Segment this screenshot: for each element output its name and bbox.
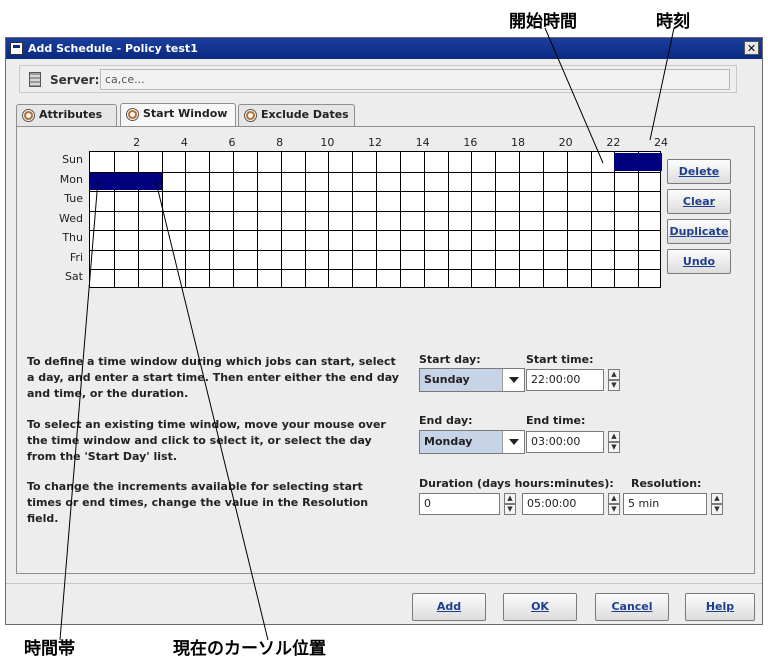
- clock-icon: [244, 109, 257, 122]
- delete-button[interactable]: Delete: [667, 159, 731, 184]
- spinner-up-icon[interactable]: ▲: [504, 493, 516, 504]
- spinner-down-icon[interactable]: ▼: [608, 442, 620, 453]
- tab-attributes[interactable]: Attributes: [16, 104, 117, 126]
- hour-label: 24: [654, 136, 668, 149]
- time-window-block[interactable]: [614, 153, 662, 171]
- hour-label: 22: [606, 136, 621, 149]
- hour-label: 6: [228, 136, 236, 149]
- clock-icon: [22, 109, 35, 122]
- add-button[interactable]: Add: [412, 593, 486, 621]
- duration-time-field[interactable]: 05:00:00: [522, 493, 604, 515]
- hour-label: 14: [415, 136, 430, 149]
- day-label: Sun: [62, 153, 83, 166]
- end-day-select[interactable]: Monday: [419, 430, 525, 454]
- start-time-field[interactable]: 22:00:00: [526, 369, 604, 391]
- chevron-down-icon[interactable]: [502, 369, 524, 391]
- callout-time-window: 時間帯: [24, 639, 75, 659]
- duration-days-spinner[interactable]: ▲ ▼: [504, 493, 516, 515]
- tab-label: Exclude Dates: [261, 108, 349, 121]
- server-field: ca,ce...: [100, 69, 730, 90]
- spinner-down-icon[interactable]: ▼: [504, 504, 516, 515]
- hour-label: 16: [463, 136, 478, 149]
- day-label: Wed: [59, 211, 83, 225]
- grid-row-line: [90, 269, 660, 271]
- hour-label: 2: [133, 136, 141, 149]
- day-label: Thu: [62, 231, 83, 245]
- spinner-up-icon[interactable]: ▲: [608, 493, 620, 504]
- add-schedule-dialog: Add Schedule - Policy test1 ✕ Server: ca…: [5, 37, 763, 625]
- spinner-up-icon[interactable]: ▲: [711, 493, 723, 504]
- app-icon: [10, 42, 23, 55]
- tab-start-window[interactable]: Start Window: [120, 103, 236, 127]
- grid-row-line: [90, 171, 660, 173]
- duration-days-field[interactable]: 0: [419, 493, 500, 515]
- end-time-spinner[interactable]: ▲ ▼: [608, 431, 620, 453]
- help-text-define: To define a time window during which job…: [27, 355, 399, 400]
- clock-icon: [126, 108, 139, 121]
- undo-button[interactable]: Undo: [667, 249, 731, 274]
- hour-label: 10: [320, 136, 335, 149]
- spinner-up-icon[interactable]: ▲: [608, 369, 620, 380]
- start-day-select[interactable]: Sunday: [419, 368, 525, 392]
- title-bar[interactable]: Add Schedule - Policy test1 ✕: [6, 38, 762, 59]
- hour-label: 20: [558, 136, 573, 149]
- start-day-label: Start day:: [419, 353, 481, 366]
- spinner-up-icon[interactable]: ▲: [608, 431, 620, 442]
- ok-button[interactable]: OK: [503, 593, 577, 621]
- server-row: Server: ca,ce...: [19, 65, 737, 93]
- help-button[interactable]: Help: [685, 593, 755, 621]
- hour-label: 8: [276, 136, 284, 149]
- tab-exclude-dates[interactable]: Exclude Dates: [238, 104, 355, 126]
- grid-row-line: [90, 249, 660, 251]
- grid-row-line: [90, 210, 660, 212]
- day-label: Sat: [64, 270, 83, 284]
- day-label: Tue: [64, 192, 83, 206]
- time-window-block[interactable]: [90, 172, 162, 191]
- callout-cursor-position: 現在のカーソル位置: [173, 639, 326, 659]
- end-day-label: End day:: [419, 414, 473, 427]
- footer-divider: [6, 583, 762, 584]
- start-window-panel: 2 4 6 8 10 12 14 16 18 20 22 24 Sun Mon Tue Wed Thu Fri Sa…: [16, 126, 755, 574]
- help-text-select: To select an existing time window, move …: [27, 418, 386, 463]
- hour-label: 18: [511, 136, 525, 149]
- end-time-label: End time:: [526, 414, 586, 427]
- day-label: Mon: [59, 172, 83, 186]
- callout-time-of-day: 時刻: [656, 12, 690, 32]
- end-day-value: Monday: [424, 435, 473, 448]
- window-title: Add Schedule - Policy test1: [28, 42, 198, 55]
- start-day-value: Sunday: [424, 373, 470, 386]
- duration-time-spinner[interactable]: ▲ ▼: [608, 493, 620, 515]
- server-label: Server:: [50, 73, 100, 87]
- hour-label: 4: [180, 136, 188, 149]
- spinner-down-icon[interactable]: ▼: [608, 504, 620, 515]
- day-label: Fri: [69, 250, 83, 264]
- clear-button[interactable]: Clear: [667, 189, 731, 214]
- resolution-label: Resolution:: [631, 477, 702, 490]
- start-time-spinner[interactable]: ▲ ▼: [608, 369, 620, 391]
- schedule-grid[interactable]: [89, 151, 662, 288]
- cancel-button[interactable]: Cancel: [595, 593, 669, 621]
- grid-row-line: [90, 191, 660, 193]
- tab-label: Start Window: [143, 107, 228, 120]
- server-icon: [29, 72, 41, 87]
- duplicate-button[interactable]: Duplicate: [667, 219, 731, 244]
- resolution-field[interactable]: 5 min: [623, 493, 707, 515]
- start-time-label: Start time:: [526, 353, 594, 366]
- close-icon[interactable]: ✕: [744, 41, 759, 55]
- grid-row-line: [90, 230, 660, 232]
- end-time-field[interactable]: 03:00:00: [526, 431, 604, 453]
- duration-label: Duration (days hours:minutes):: [419, 477, 614, 490]
- tab-label: Attributes: [39, 108, 103, 121]
- spinner-down-icon[interactable]: ▼: [711, 504, 723, 515]
- chevron-down-icon[interactable]: [502, 431, 524, 453]
- spinner-down-icon[interactable]: ▼: [608, 380, 620, 391]
- hour-label: 12: [368, 136, 382, 149]
- callout-start-time: 開始時間: [509, 12, 577, 32]
- help-text-increments: To change the increments available for s…: [27, 480, 369, 525]
- resolution-spinner[interactable]: ▲ ▼: [711, 493, 723, 515]
